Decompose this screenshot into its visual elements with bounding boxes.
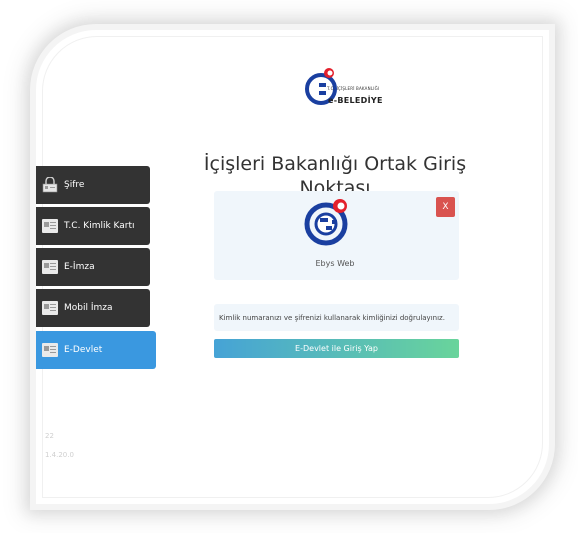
menu-item-label: E-Devlet [64,345,103,355]
menu-item-label: Mobil İmza [64,303,113,313]
logo-subtitle: T.C. İÇİŞLERİ BAKANLIĞI [327,86,380,91]
lock-user-icon [42,177,58,193]
app-name: Ebys Web [315,259,355,268]
menu-item-e-devlet[interactable]: E-Devlet [36,331,156,369]
version-line-1: 22 [45,432,54,440]
info-message: Kimlik numaranızı ve şifrenizi kullanara… [214,304,459,331]
menu-item-sifre[interactable]: Şifre [36,166,150,204]
logo-title: e-BELEDİYE [328,96,383,105]
menu-item-label: E-İmza [64,262,95,272]
ebys-app-icon [304,199,348,246]
menu-item-label: Şifre [64,180,85,190]
menu-item-e-imza[interactable]: E-İmza [36,248,150,286]
menu-item-mobil-imza[interactable]: Mobil İmza [36,289,150,327]
id-card-icon [42,260,58,274]
id-card-icon [42,219,58,233]
menu-item-tc-kimlik[interactable]: T.C. Kimlik Kartı [36,207,150,245]
id-card-icon [42,343,58,357]
edevlet-login-button[interactable]: E-Devlet ile Giriş Yap [214,339,459,358]
close-button[interactable]: X [436,197,455,217]
version-line-2: 1.4.20.0 [45,451,74,459]
id-card-icon [42,301,58,315]
menu-item-label: T.C. Kimlik Kartı [64,221,135,231]
